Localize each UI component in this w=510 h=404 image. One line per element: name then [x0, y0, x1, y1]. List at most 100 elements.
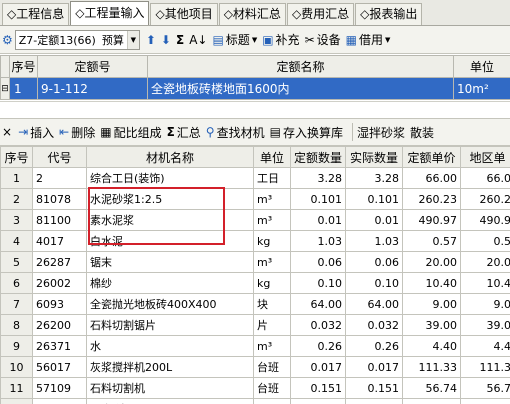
row-region-price[interactable]: 9.0 [460, 293, 510, 315]
row-material-name[interactable]: 石料切割机 [86, 377, 254, 399]
table-row[interactable]: 9 26371 水 m³ 0.26 0.26 4.40 4.4 [0, 335, 510, 357]
row-quota-qty[interactable]: 0.032 [290, 314, 346, 336]
row-unit[interactable]: kg [253, 230, 291, 252]
quota-combo[interactable]: Z7-定额13(66) 预算 ▼ [14, 29, 140, 50]
row-region-price[interactable]: 56.7 [460, 377, 510, 399]
col-header-quota-price[interactable]: 定额单价 [402, 146, 461, 168]
row-region-price[interactable]: 20.0 [460, 251, 510, 273]
col-header-unit[interactable]: 单位 [253, 146, 291, 168]
table-row[interactable]: 6 26002 棉纱 kg 0.10 0.10 10.40 10.4 [0, 272, 510, 294]
col-header-material-name[interactable]: 材机名称 [86, 146, 254, 168]
tab-2[interactable]: ◇其他项目 [150, 3, 218, 25]
table-row[interactable]: 7 6093 全瓷抛光地板砖400X400 块 64.00 64.00 9.00 9.0 [0, 293, 510, 315]
row-material-name[interactable]: 水泥砂浆1:2.5 [86, 188, 254, 210]
row-region-price[interactable]: 0.5 [460, 230, 510, 252]
col-header-quota-qty[interactable]: 定额数量 [290, 146, 346, 168]
row-quota-qty[interactable]: 0.151 [290, 377, 346, 399]
row-quota-qty[interactable]: 0.101 [290, 188, 346, 210]
row-quota-price[interactable]: 0.57 [402, 230, 461, 252]
col-header-code[interactable]: 代号 [32, 146, 87, 168]
row-code[interactable]: 56017 [32, 356, 87, 378]
row-unit[interactable]: 台班 [253, 377, 291, 399]
table-row[interactable]: 8 26200 石料切割锯片片 0.032 0.032 39.00 39.0 [0, 314, 510, 336]
row-quota-qty[interactable]: 0.10 [290, 272, 346, 294]
settings-button[interactable]: ✂ 设备 [305, 31, 341, 48]
row-region-price[interactable]: 490.9 [460, 209, 510, 231]
tab-0[interactable]: ◇工程信息 [2, 3, 70, 25]
row-code[interactable]: 26371 [32, 335, 87, 357]
row-quota-qty[interactable]: 0.017 [290, 356, 346, 378]
row-actual-qty[interactable]: 0.032 [345, 314, 403, 336]
row-quota-price[interactable]: 20.00 [402, 251, 461, 273]
move-down-icon[interactable]: ⬇ [161, 33, 171, 47]
table-row[interactable]: 11 57109 石料切割机 台班 0.151 0.151 56.74 56.7 [0, 377, 510, 399]
quota-name[interactable]: 全瓷地板砖楼地面1600内 [147, 77, 454, 100]
row-code[interactable]: 57109 [32, 377, 87, 399]
move-up-icon[interactable]: ⬆ [146, 33, 156, 47]
col-header-seq[interactable]: 序号 [9, 55, 38, 78]
row-quota-price[interactable]: 39.00 [402, 314, 461, 336]
row-actual-qty[interactable]: 64.00 [345, 293, 403, 315]
save-library-button[interactable]: ▤ 存入换算库 [270, 124, 343, 141]
row-unit[interactable]: kg [253, 272, 291, 294]
table-row[interactable]: 3 81100 素水泥浆 m³ 0.01 0.01 490.97 490.9 [0, 209, 510, 231]
sum-button[interactable]: Σ [176, 33, 184, 47]
row-actual-qty[interactable]: 3.28 [345, 167, 403, 189]
row-actual-qty[interactable]: 0.017 [345, 356, 403, 378]
row-actual-qty[interactable]: 0.151 [345, 377, 403, 399]
col-header-code[interactable]: 定额号 [37, 55, 148, 78]
row-quota-price[interactable]: 66.00 [402, 167, 461, 189]
row-material-name[interactable]: 棉纱 [86, 272, 254, 294]
col-header-actual-qty[interactable]: 实际数量 [345, 146, 403, 168]
bulk-button[interactable]: 散装 [410, 124, 434, 141]
row-material-name[interactable]: 素水泥浆 [86, 209, 254, 231]
tab-3[interactable]: ◇材料汇总 [218, 3, 286, 25]
row-code[interactable]: 4017 [32, 230, 87, 252]
row-quota-price[interactable]: 10.40 [402, 272, 461, 294]
table-row[interactable]: 4 4017 白水泥 kg 1.03 1.03 0.57 0.5 [0, 230, 510, 252]
row-unit[interactable]: 片 [253, 314, 291, 336]
row-unit[interactable]: 块 [253, 293, 291, 315]
row-actual-qty[interactable]: 0.01 [345, 209, 403, 231]
row-quota-price[interactable]: 260.23 [402, 188, 461, 210]
table-row[interactable]: 10 56017 灰浆搅拌机200L 台班 0.017 0.017 111.33 111.3 [0, 356, 510, 378]
collapse-icon[interactable]: ⊟ [0, 77, 10, 100]
supplement-button[interactable]: ▣ 补充 [262, 31, 299, 48]
row-code[interactable]: 26200 [32, 314, 87, 336]
row-quota-qty[interactable]: 3.28 [290, 167, 346, 189]
row-unit[interactable]: 台班 [253, 356, 291, 378]
col-header-unit[interactable]: 单位 [453, 55, 510, 78]
insert-button[interactable]: ⇥ 插入 [18, 124, 54, 141]
sort-button[interactable]: A↓ [189, 33, 207, 47]
close-icon[interactable]: × [2, 125, 12, 139]
row-code[interactable]: 81078 [32, 188, 87, 210]
row-quota-price[interactable]: 9.00 [402, 293, 461, 315]
tab-1[interactable]: ◇工程量输入 [70, 1, 150, 25]
table-row[interactable]: 5 26287 锯末 m³ 0.06 0.06 20.00 20.0 [0, 251, 510, 273]
find-material-button[interactable]: ⚲ 查找材机 [206, 124, 265, 141]
row-region-price[interactable]: 10.4 [460, 272, 510, 294]
row-code[interactable]: 6093 [32, 293, 87, 315]
row-region-price[interactable]: 111.3 [460, 356, 510, 378]
row-quota-price[interactable]: 111.33 [402, 356, 461, 378]
sum-button[interactable]: Σ 汇总 [167, 124, 201, 141]
row-actual-qty[interactable]: 0.26 [345, 335, 403, 357]
row-quota-price[interactable]: 490.97 [402, 209, 461, 231]
row-material-name[interactable]: 灰浆搅拌机200L [86, 356, 254, 378]
row-region-price[interactable]: 66.0 [460, 167, 510, 189]
row-unit[interactable]: 工日 [253, 167, 291, 189]
row-code[interactable]: 26287 [32, 251, 87, 273]
row-actual-qty[interactable]: 0.10 [345, 272, 403, 294]
row-actual-qty[interactable]: 1.03 [345, 230, 403, 252]
title-button[interactable]: ▤ 标题 ▼ [212, 31, 257, 48]
col-header-region-price[interactable]: 地区单 [460, 146, 510, 168]
compose-button[interactable]: ▦ 配比组成 [100, 124, 161, 141]
row-unit[interactable]: m³ [253, 209, 291, 231]
chevron-down-icon[interactable]: ▼ [126, 30, 139, 49]
row-material-name[interactable]: 石料切割锯片 [86, 314, 254, 336]
row-quota-price[interactable]: 4.40 [402, 335, 461, 357]
row-quota-price[interactable]: 56.74 [402, 377, 461, 399]
table-row[interactable]: 2 81078 水泥砂浆1:2.5 m³ 0.101 0.101 260.23 260.2 [0, 188, 510, 210]
row-region-price[interactable]: 260.2 [460, 188, 510, 210]
row-code[interactable]: 26002 [32, 272, 87, 294]
